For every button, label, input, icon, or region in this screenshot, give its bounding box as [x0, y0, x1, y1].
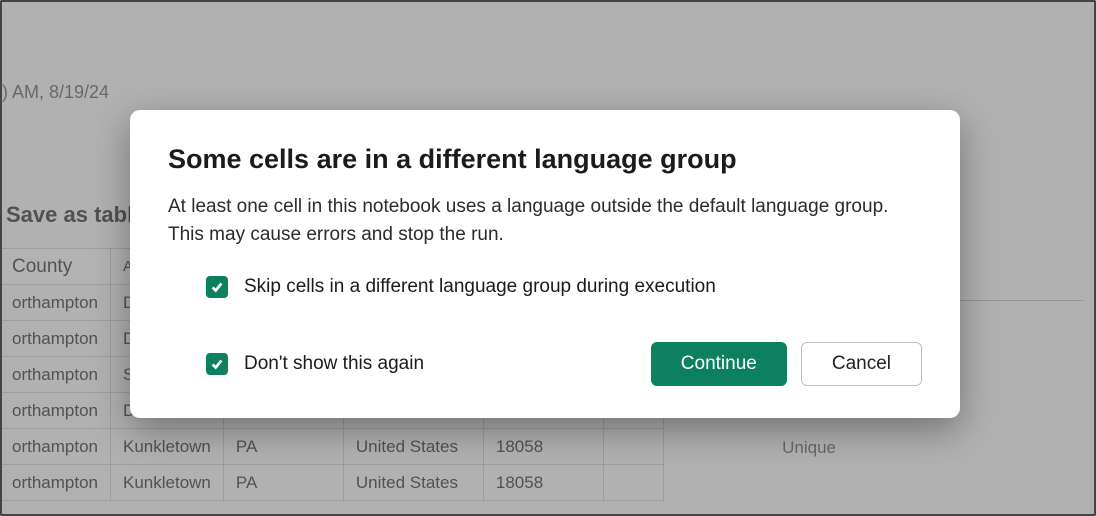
skip-cells-checkbox-row[interactable]: Skip cells in a different language group…	[168, 276, 922, 298]
dialog-body-text: At least one cell in this notebook uses …	[168, 193, 922, 248]
column-header-county[interactable]: County	[0, 249, 111, 285]
checkbox-checked-icon[interactable]	[206, 276, 228, 298]
cancel-button[interactable]: Cancel	[801, 342, 922, 386]
save-as-table-button[interactable]: Save as table	[6, 202, 145, 228]
checkbox-checked-icon[interactable]	[206, 353, 228, 375]
dont-show-checkbox-row[interactable]: Don't show this again	[168, 353, 424, 375]
dont-show-label: Don't show this again	[244, 353, 424, 375]
timestamp-text: ) AM, 8/19/24	[0, 82, 109, 103]
table-row: orthamptonKunkletownPAUnited States18058	[0, 465, 663, 501]
table-row: orthamptonKunkletownPAUnited States18058	[0, 429, 663, 465]
continue-button[interactable]: Continue	[651, 342, 787, 386]
side-panel-unique-label: Unique	[782, 438, 836, 458]
skip-cells-label: Skip cells in a different language group…	[244, 276, 716, 298]
language-group-dialog: Some cells are in a different language g…	[130, 110, 960, 418]
dialog-title: Some cells are in a different language g…	[168, 144, 922, 175]
